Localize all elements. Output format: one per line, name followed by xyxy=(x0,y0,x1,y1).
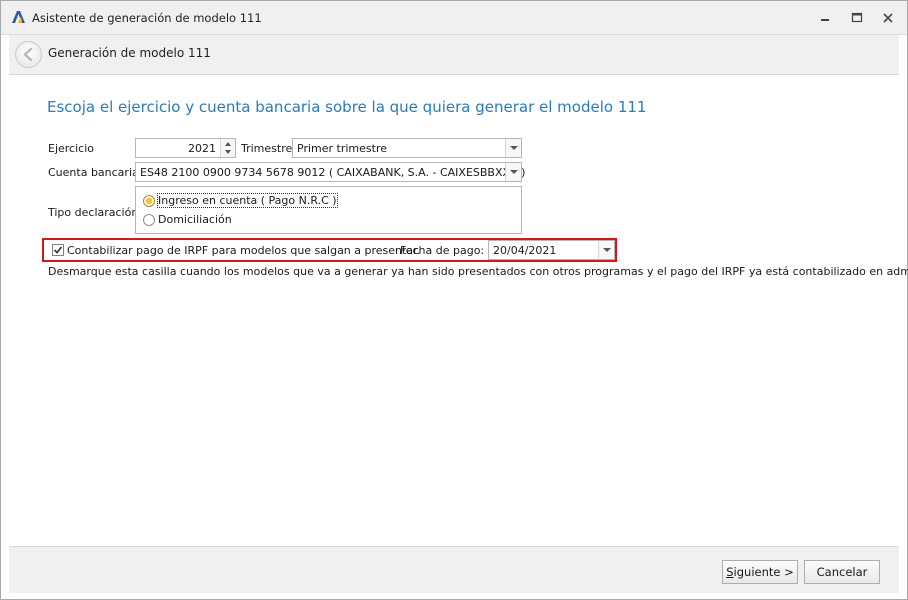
trimestre-label: Trimestre: xyxy=(241,142,296,155)
wizard-footer: Siguiente > Cancelar xyxy=(9,546,899,593)
back-button[interactable] xyxy=(15,41,42,68)
header-title: Generación de modelo 111 xyxy=(48,46,211,60)
minimize-icon[interactable] xyxy=(817,10,833,26)
spinner-arrows[interactable] xyxy=(220,139,235,157)
close-icon[interactable] xyxy=(880,10,896,26)
cuenta-value: ES48 2100 0900 9734 5678 9012 ( CAIXABAN… xyxy=(140,166,526,179)
chevron-down-icon[interactable] xyxy=(598,241,614,259)
ejercicio-label: Ejercicio xyxy=(48,142,94,155)
title-bar[interactable]: Asistente de generación de modelo 111 xyxy=(1,1,907,35)
ejercicio-spinner[interactable]: 2021 xyxy=(135,138,236,158)
cancel-button[interactable]: Cancelar xyxy=(804,560,880,584)
maximize-icon[interactable] xyxy=(849,10,865,26)
radio-ingreso[interactable] xyxy=(143,195,155,207)
fecha-value: 20/04/2021 xyxy=(493,244,557,257)
fecha-label: Fecha de pago: xyxy=(400,244,485,257)
fecha-select[interactable]: 20/04/2021 xyxy=(488,240,615,260)
checkmark-icon xyxy=(53,246,63,254)
wizard-header: Generación de modelo 111 xyxy=(9,35,899,75)
radio-ingreso-label[interactable]: Ingreso en cuenta ( Pago N.R.C ) xyxy=(157,193,338,208)
contabilizar-checkbox[interactable] xyxy=(52,244,64,256)
cuenta-select[interactable]: ES48 2100 0900 9734 5678 9012 ( CAIXABAN… xyxy=(135,162,526,182)
next-button-label: iguiente > xyxy=(733,565,794,579)
page-heading: Escoja el ejercicio y cuenta bancaria so… xyxy=(47,98,647,116)
next-button[interactable]: Siguiente > xyxy=(722,560,798,584)
window-title: Asistente de generación de modelo 111 xyxy=(32,11,262,25)
next-button-accel: S xyxy=(726,565,734,579)
hint-text: Desmarque esta casilla cuando los modelo… xyxy=(48,265,908,278)
tipo-label: Tipo declaración: xyxy=(48,206,143,219)
radio-domiciliacion[interactable] xyxy=(143,214,155,226)
spin-up-icon[interactable] xyxy=(225,142,231,146)
trimestre-value: Primer trimestre xyxy=(297,142,387,155)
contabilizar-label[interactable]: Contabilizar pago de IRPF para modelos q… xyxy=(67,244,420,257)
ejercicio-value: 2021 xyxy=(188,142,216,155)
radio-domiciliacion-label[interactable]: Domiciliación xyxy=(158,213,232,226)
spin-down-icon[interactable] xyxy=(225,150,231,154)
cuenta-label: Cuenta bancaria: xyxy=(48,166,143,179)
chevron-down-icon[interactable] xyxy=(505,139,521,157)
back-arrow-icon xyxy=(23,47,33,62)
wizard-window: Asistente de generación de modelo 111 Ge… xyxy=(0,0,908,600)
trimestre-select[interactable]: Primer trimestre xyxy=(292,138,522,158)
app-logo-icon xyxy=(12,11,25,23)
tipo-radio-group: Ingreso en cuenta ( Pago N.R.C ) Domicil… xyxy=(135,186,522,234)
chevron-down-icon[interactable] xyxy=(505,163,521,181)
